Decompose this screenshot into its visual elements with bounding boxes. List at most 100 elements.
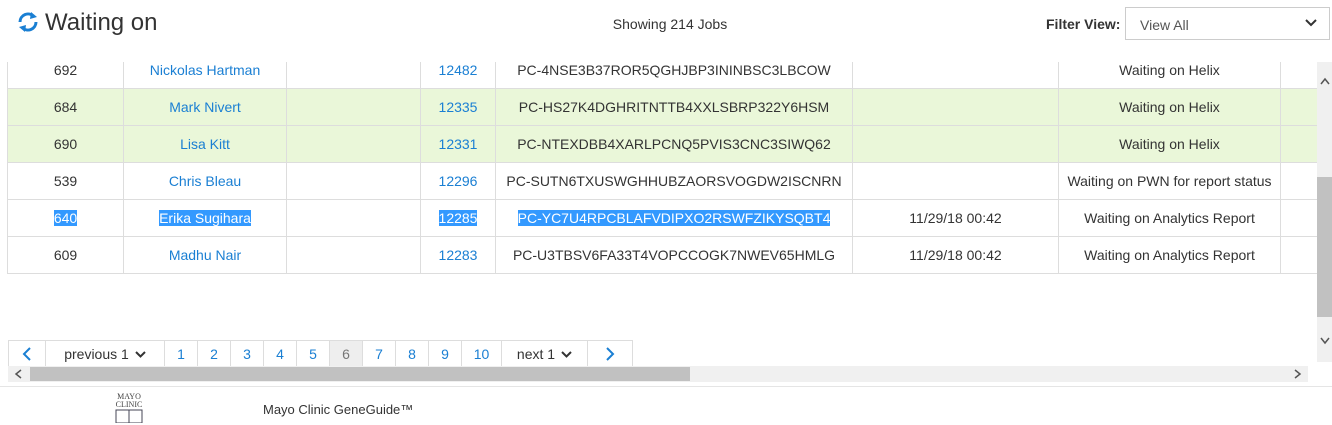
horizontal-scroll-thumb[interactable]	[30, 367, 690, 381]
cell-date: 11/29/18 00:42	[852, 236, 1059, 274]
scroll-up-icon[interactable]	[1320, 77, 1330, 85]
filter-view-select[interactable]: View All	[1125, 7, 1330, 40]
cell-order-number[interactable]: 12335	[420, 88, 496, 126]
cell-patient-name[interactable]: Erika Sugihara	[123, 199, 287, 237]
cell-kit-code: PC-HS27K4DGHRITNTTB4XXLSBRP322Y6HSM	[495, 88, 853, 126]
cell-job-id-text: 640	[53, 210, 78, 226]
cell-empty	[286, 125, 421, 163]
horizontal-scrollbar[interactable]	[8, 366, 1308, 382]
cell-patient-name-text[interactable]: Madhu Nair	[169, 247, 241, 263]
prev-page-button[interactable]	[8, 340, 46, 368]
cell-order-number-text[interactable]: 12296	[439, 173, 478, 189]
cell-status: Waiting on Analytics Report	[1058, 199, 1281, 237]
cell-kit-code-text: PC-NTEXDBB4XARLPCNQ5PVIS3CNC3SIWQ62	[517, 136, 831, 152]
cell-kit-code-text: PC-SUTN6TXUSWGHHUBZAORSVOGDW2ISCNRN	[506, 173, 842, 189]
page-9-button[interactable]: 9	[429, 340, 462, 368]
cell-date	[852, 88, 1059, 126]
page-2-button[interactable]: 2	[198, 340, 231, 368]
table-row[interactable]: 609 Madhu Nair 12283 PC-U3TBSV6FA33T4VOPCCO…	[7, 236, 1317, 274]
chevron-down-icon	[1305, 19, 1317, 27]
page-4-button[interactable]: 4	[264, 340, 297, 368]
vertical-scroll-thumb[interactable]	[1317, 177, 1332, 317]
cell-patient-name[interactable]: Lisa Kitt	[123, 125, 287, 163]
table-row[interactable]: 640 Erika Sugihara 12285 PC-YC7U4RPCBLAFVDI…	[7, 199, 1317, 237]
cell-patient-name[interactable]: Mark Nivert	[123, 88, 287, 126]
next-page-button[interactable]	[588, 340, 633, 368]
cell-date-text: 11/29/18 00:42	[909, 247, 1002, 263]
cell-order-number-text[interactable]: 12482	[439, 62, 478, 78]
cell-empty	[286, 162, 421, 200]
cell-job-id-text: 684	[53, 99, 78, 115]
cell-patient-name-text[interactable]: Erika Sugihara	[159, 210, 251, 226]
cell-patient-name-text[interactable]: Lisa Kitt	[180, 136, 230, 152]
table-row[interactable]: 684 Mark Nivert 12335 PC-HS27K4DGHRITNTTB4X…	[7, 88, 1317, 126]
filter-view-value: View All	[1140, 17, 1189, 33]
cell-date	[852, 62, 1059, 89]
table-row[interactable]: 692 Nickolas Hartman 12482 PC-4NSE3B37ROR5Q…	[7, 62, 1317, 89]
scroll-right-icon[interactable]	[1294, 369, 1302, 379]
cell-order-number[interactable]: 12482	[420, 62, 496, 89]
page-number-list: 1 2 3 4 5 6 7 8 9 10	[165, 340, 502, 368]
cell-status-text: Waiting on Analytics Report	[1084, 247, 1255, 263]
cell-order-number-text[interactable]: 12285	[438, 210, 478, 226]
cell-job-id: 690	[7, 125, 124, 163]
page-footer: MAYO CLINIC Mayo Clinic GeneGuide™	[0, 386, 1332, 424]
cell-kit-code: PC-YC7U4RPCBLAFVDIPXO2RSWFZIKYSQBT4	[495, 199, 853, 237]
next-pages-label: next 1	[516, 346, 556, 362]
vertical-scrollbar[interactable]	[1317, 62, 1332, 362]
scroll-down-icon[interactable]	[1320, 337, 1330, 345]
cell-job-id: 539	[7, 162, 124, 200]
cell-patient-name[interactable]: Nickolas Hartman	[123, 62, 287, 89]
next-pages-dropdown[interactable]: next 1	[502, 340, 588, 368]
page-7-button[interactable]: 7	[363, 340, 396, 368]
scroll-left-icon[interactable]	[14, 369, 22, 379]
cell-kit-code: PC-4NSE3B37ROR5QGHJBP3ININBSC3LBCOW	[495, 62, 853, 89]
cell-kit-code: PC-U3TBSV6FA33T4VOPCCOGK7NWEV65HMLG	[495, 236, 853, 274]
chevron-down-icon	[561, 350, 572, 358]
page-10-button[interactable]: 10	[462, 340, 502, 368]
cell-job-id-text: 609	[53, 247, 78, 263]
cell-status: Waiting on Helix	[1058, 125, 1281, 163]
page-5-button[interactable]: 5	[297, 340, 330, 368]
table-row[interactable]: 690 Lisa Kitt 12331 PC-NTEXDBB4XARLPCNQ5PVI…	[7, 125, 1317, 163]
previous-pages-label: previous 1	[64, 346, 129, 362]
cell-status: Waiting on Analytics Report	[1058, 236, 1281, 274]
page-8-button[interactable]: 8	[396, 340, 429, 368]
chevron-down-icon	[135, 350, 146, 358]
cell-order-number[interactable]: 12331	[420, 125, 496, 163]
filter-view-label: Filter View:	[1046, 16, 1121, 32]
cell-empty	[286, 62, 421, 89]
cell-status-text: Waiting on Analytics Report	[1084, 210, 1255, 226]
cell-status-text: Waiting on Helix	[1119, 136, 1220, 152]
cell-kit-code-text: PC-U3TBSV6FA33T4VOPCCOGK7NWEV65HMLG	[512, 247, 836, 263]
cell-patient-name-text[interactable]: Nickolas Hartman	[150, 62, 260, 78]
cell-patient-name-text[interactable]: Mark Nivert	[169, 99, 241, 115]
cell-order-number[interactable]: 12296	[420, 162, 496, 200]
cell-order-number-text[interactable]: 12331	[439, 136, 478, 152]
cell-status: Waiting on Helix	[1058, 62, 1281, 89]
cell-empty	[286, 236, 421, 274]
page-1-button[interactable]: 1	[165, 340, 198, 368]
page-3-button[interactable]: 3	[231, 340, 264, 368]
cell-order-number[interactable]: 12283	[420, 236, 496, 274]
cell-patient-name[interactable]: Chris Bleau	[123, 162, 287, 200]
cell-patient-name[interactable]: Madhu Nair	[123, 236, 287, 274]
table-row[interactable]: 539 Chris Bleau 12296 PC-SUTN6TXUSWGHHUBZAO…	[7, 162, 1317, 200]
cell-empty	[286, 199, 421, 237]
cell-date	[852, 162, 1059, 200]
cell-order-number-text[interactable]: 12335	[439, 99, 478, 115]
page-6-button[interactable]: 6	[330, 340, 363, 368]
cell-empty	[286, 88, 421, 126]
logo-text-line2: CLINIC	[115, 400, 143, 409]
cell-kit-code-text: PC-HS27K4DGHRITNTTB4XXLSBRP322Y6HSM	[518, 99, 830, 115]
cell-order-number[interactable]: 12285	[420, 199, 496, 237]
cell-job-id: 609	[7, 236, 124, 274]
cell-kit-code: PC-SUTN6TXUSWGHHUBZAORSVOGDW2ISCNRN	[495, 162, 853, 200]
previous-pages-dropdown[interactable]: previous 1	[46, 340, 165, 368]
cell-order-number-text[interactable]: 12283	[439, 247, 478, 263]
cell-job-id: 684	[7, 88, 124, 126]
cell-extra	[1280, 162, 1317, 200]
cell-patient-name-text[interactable]: Chris Bleau	[169, 173, 241, 189]
cell-date-text: 11/29/18 00:42	[909, 210, 1002, 226]
cell-extra	[1280, 199, 1317, 237]
